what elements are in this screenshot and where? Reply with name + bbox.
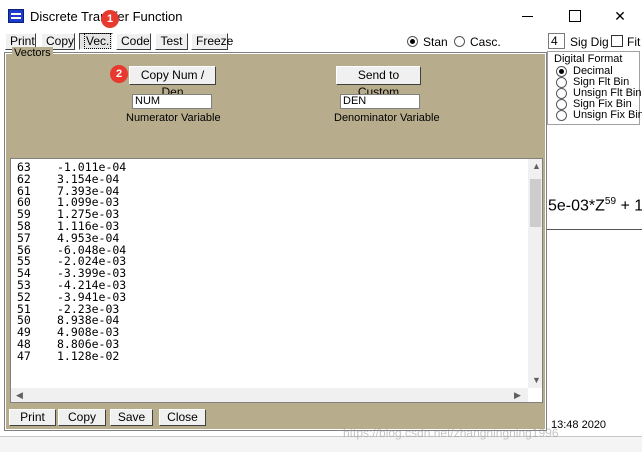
minimize-button[interactable] <box>508 4 548 28</box>
formula-fragment: 5e-03*Z <box>548 197 605 215</box>
watermark: https://blog.csdn.net/zhangningning1996 <box>343 426 559 440</box>
sig-dig-input[interactable]: 4 <box>548 33 565 49</box>
timestamp: 13:48 2020 <box>551 419 607 431</box>
row-index: 47 <box>17 348 31 363</box>
bottom-copy-button[interactable]: Copy <box>58 409 106 426</box>
unsign-fix-bin-radio[interactable] <box>556 110 567 121</box>
digital-format-group: Digital Format Decimal Sign Flt Bin Unsi… <box>547 51 642 125</box>
send-to-custom-button[interactable]: Send to Custom <box>336 66 421 99</box>
copy-num-den-button[interactable]: Copy Num / Den <box>129 66 216 99</box>
horizontal-scrollbar[interactable]: ◀ ▶ <box>11 388 528 402</box>
toolbar-code-button[interactable]: Code <box>116 33 151 50</box>
sign-fix-bin-radio[interactable] <box>556 99 567 110</box>
fit-checkbox[interactable] <box>611 35 623 47</box>
toolbar-vec-label: Vec. <box>84 33 112 49</box>
numerator-variable-caption: Numerator Variable <box>126 112 221 124</box>
numerator-variable-input[interactable]: NUM <box>132 94 212 109</box>
unsign-flt-bin-radio[interactable] <box>556 88 567 99</box>
transfer-function-formula: 5e-03*Z59 + 1 <box>548 196 642 215</box>
stan-label: Stan <box>423 35 448 49</box>
title-bar: Discrete Transfer Function ✕ <box>0 0 642 32</box>
vectors-panel: Vectors Copy Num / Den Send to Custom NU… <box>4 47 547 431</box>
casc-radio[interactable] <box>454 36 465 47</box>
annotation-badge-2: 2 <box>110 65 128 83</box>
app-icon <box>8 9 24 23</box>
annotation-badge-1: 1 <box>101 10 119 28</box>
row-value: 1.128e-02 <box>57 348 120 363</box>
denominator-variable-input[interactable]: DEN <box>340 94 420 109</box>
bottom-save-button[interactable]: Save <box>110 409 153 426</box>
unsign-fix-bin-label: Unsign Fix Bin <box>573 109 642 121</box>
coefficient-list[interactable]: 63 -1.011e-04 62 3.154e-04 61 7.393e-04 60 1.09… <box>10 158 543 403</box>
bottom-print-button[interactable]: Print <box>9 409 56 426</box>
vertical-scrollbar[interactable]: ▲ ▼ <box>528 159 542 388</box>
formula-tail: + 1 <box>616 197 642 215</box>
scroll-up-icon[interactable]: ▲ <box>532 161 541 171</box>
sign-flt-bin-radio[interactable] <box>556 77 567 88</box>
fit-label: Fit <box>627 35 641 49</box>
vertical-scroll-thumb[interactable] <box>530 179 541 227</box>
digital-format-title: Digital Format <box>554 53 623 65</box>
scroll-right-icon[interactable]: ▶ <box>514 390 521 401</box>
toolbar-vec-button[interactable]: Vec. <box>79 33 113 50</box>
list-item[interactable]: 47 1.128e-02 <box>17 348 126 363</box>
decimal-radio[interactable] <box>556 66 567 77</box>
maximize-button[interactable] <box>555 4 595 28</box>
denominator-variable-caption: Denominator Variable <box>334 112 440 124</box>
toolbar-freeze-button[interactable]: Freeze <box>191 33 233 50</box>
formula-divider <box>547 229 642 230</box>
coefficient-rows: 63 -1.011e-04 62 3.154e-04 61 7.393e-04 60 1.09… <box>17 161 126 363</box>
toolbar-test-button[interactable]: Test <box>155 33 188 50</box>
scroll-left-icon[interactable]: ◀ <box>16 390 23 401</box>
close-window-button[interactable]: ✕ <box>600 4 640 28</box>
toolbar: Print Copy Vec. Code Test Freeze Stan Ca… <box>0 32 642 52</box>
stan-radio[interactable] <box>407 36 418 47</box>
bottom-close-button[interactable]: Close <box>159 409 206 426</box>
vectors-legend: Vectors <box>12 47 53 59</box>
scroll-down-icon[interactable]: ▼ <box>532 375 541 385</box>
formula-exponent: 59 <box>604 196 617 207</box>
casc-label: Casc. <box>470 35 501 49</box>
sig-dig-label: Sig Dig <box>570 35 609 49</box>
